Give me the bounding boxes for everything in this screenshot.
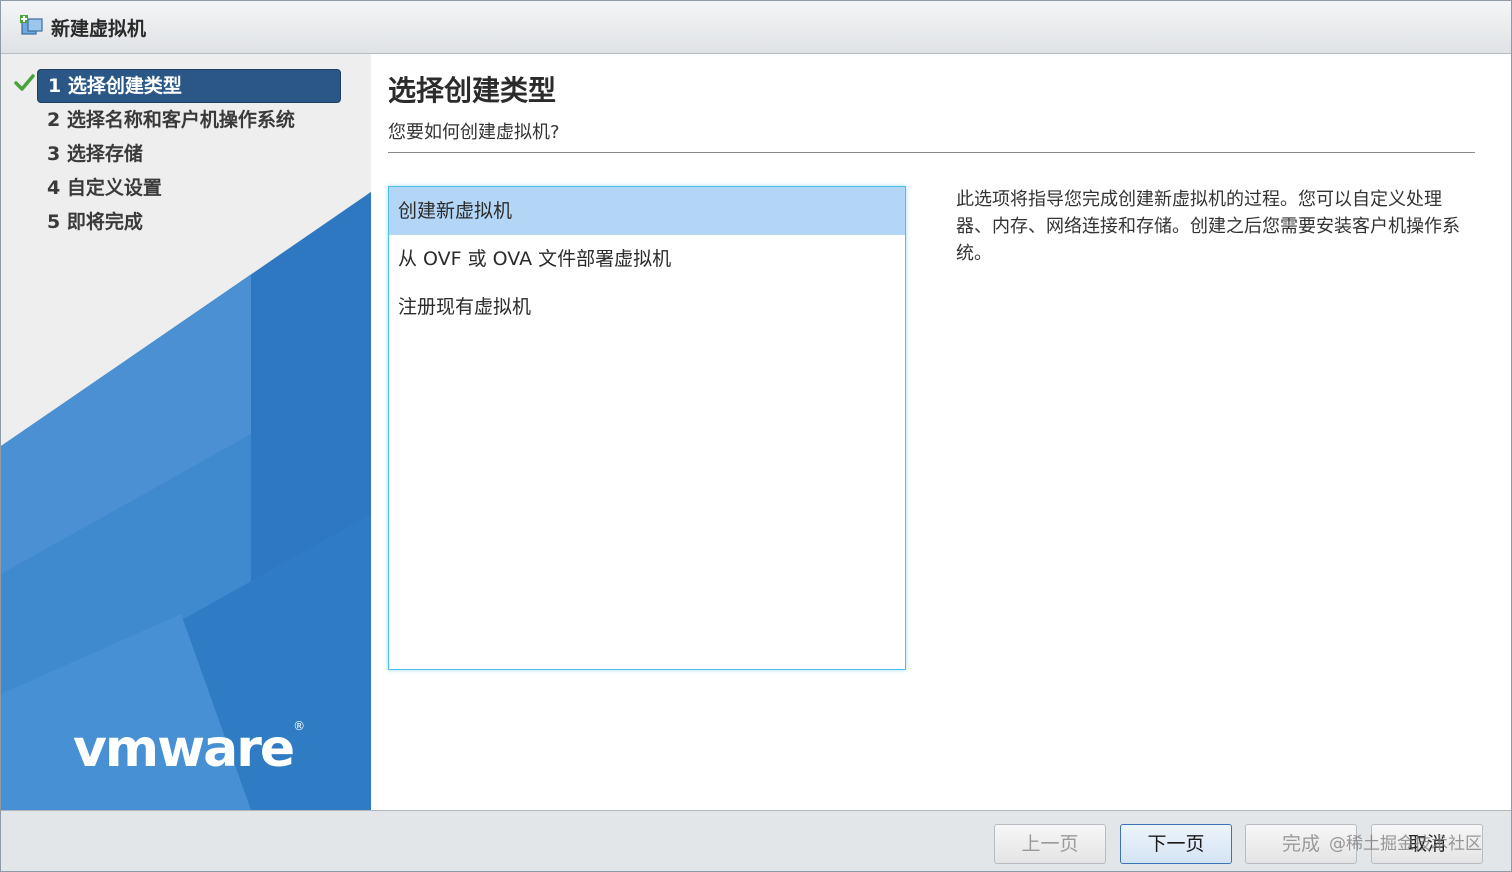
option-create-new-vm[interactable]: 创建新虚拟机 — [389, 187, 905, 235]
step-label: 4 自定义设置 — [47, 177, 162, 199]
check-icon — [13, 72, 35, 94]
vmware-logo: vmware® — [73, 719, 305, 779]
main-content: 选择创建类型 您要如何创建虚拟机? 创建新虚拟机 从 OVF 或 OVA 文件部… — [371, 54, 1511, 810]
step-4-customize-settings[interactable]: 4 自定义设置 — [1, 171, 371, 205]
back-button[interactable]: 上一页 — [994, 824, 1106, 864]
registered-mark: ® — [293, 719, 306, 733]
wizard-sidebar: 1 选择创建类型 2 选择名称和客户机操作系统 3 选择存储 4 自定义设置 5… — [1, 54, 371, 810]
watermark: @稀土掘金技术社区 — [1329, 834, 1482, 854]
vmware-logo-text: vmware — [73, 719, 295, 779]
step-label: 1 选择创建类型 — [37, 69, 341, 103]
page-title: 选择创建类型 — [388, 74, 557, 107]
step-label: 5 即将完成 — [47, 211, 143, 233]
next-button[interactable]: 下一页 — [1120, 824, 1232, 864]
wizard-footer: 上一页 下一页 完成 取消 @稀土掘金技术社区 — [1, 810, 1511, 871]
step-2-select-name-and-os[interactable]: 2 选择名称和客户机操作系统 — [1, 103, 371, 137]
wizard-steps: 1 选择创建类型 2 选择名称和客户机操作系统 3 选择存储 4 自定义设置 5… — [1, 69, 371, 239]
option-register-existing-vm[interactable]: 注册现有虚拟机 — [389, 283, 905, 331]
option-deploy-from-ovf-ova[interactable]: 从 OVF 或 OVA 文件部署虚拟机 — [389, 235, 905, 283]
step-5-ready-to-complete[interactable]: 5 即将完成 — [1, 205, 371, 239]
step-3-select-storage[interactable]: 3 选择存储 — [1, 137, 371, 171]
new-vm-icon — [19, 14, 45, 40]
step-label: 2 选择名称和客户机操作系统 — [47, 109, 295, 131]
step-1-select-creation-type[interactable]: 1 选择创建类型 — [1, 69, 371, 103]
creation-type-list[interactable]: 创建新虚拟机 从 OVF 或 OVA 文件部署虚拟机 注册现有虚拟机 — [388, 186, 906, 670]
option-description: 此选项将指导您完成创建新虚拟机的过程。您可以自定义处理器、内存、网络连接和存储。… — [956, 189, 1460, 264]
page-subtitle: 您要如何创建虚拟机? — [388, 122, 560, 143]
window-title: 新建虚拟机 — [51, 17, 147, 40]
title-bar[interactable]: 新建虚拟机 — [1, 1, 1511, 54]
divider — [388, 152, 1475, 153]
new-vm-dialog: 新建虚拟机 1 选择创建类型 2 选择名称和客户机操作系统 3 选择存储 4 自… — [0, 0, 1512, 872]
step-label: 3 选择存储 — [47, 143, 143, 165]
